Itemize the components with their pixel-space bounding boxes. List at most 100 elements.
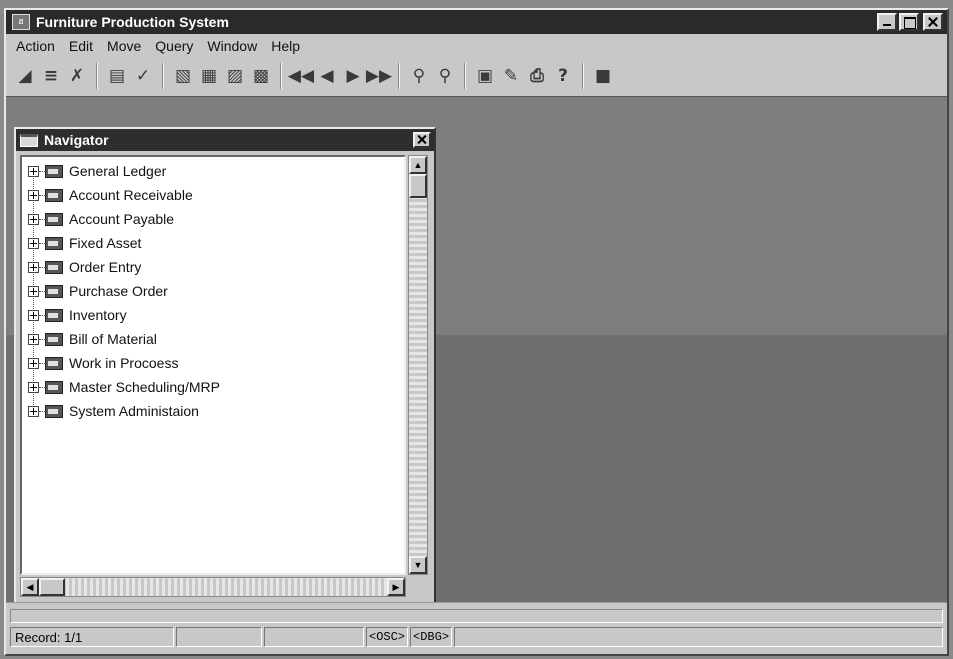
expand-icon[interactable]	[28, 213, 39, 225]
mdi-workspace: Navigator General Ledger Account Receivab…	[6, 96, 947, 605]
vertical-scrollbar[interactable]: ▲ ▼	[408, 155, 428, 575]
close-button[interactable]	[923, 13, 943, 31]
module-icon	[45, 380, 63, 394]
next-record-icon[interactable]: ▶	[340, 63, 366, 89]
module-icon	[45, 188, 63, 202]
status-bar: Record: 1/1 <OSC> <DBG>	[6, 602, 947, 654]
main-window: ฮ Furniture Production System Action Edi…	[4, 8, 949, 656]
tree-item-label: General Ledger	[69, 163, 167, 179]
print-icon[interactable]: ⎙	[524, 63, 550, 89]
menu-edit[interactable]: Edit	[67, 38, 95, 54]
status-panel-empty-3	[454, 627, 943, 647]
module-icon	[45, 260, 63, 274]
tree-item[interactable]: Account Payable	[22, 207, 404, 231]
expand-icon[interactable]	[28, 261, 39, 273]
previous-record-icon[interactable]: ◀	[314, 63, 340, 89]
lookup-icon[interactable]: ▩	[248, 63, 274, 89]
report-icon[interactable]: ▦	[196, 63, 222, 89]
menu-help[interactable]: Help	[269, 38, 302, 54]
expand-icon[interactable]	[28, 285, 39, 297]
tree-item[interactable]: Fixed Asset	[22, 231, 404, 255]
maximize-button[interactable]	[899, 13, 919, 31]
properties-icon[interactable]: ▣	[472, 63, 498, 89]
delete-icon[interactable]: ✗	[64, 63, 90, 89]
tree-item-label: Account Receivable	[69, 187, 193, 203]
menu-action[interactable]: Action	[14, 38, 57, 54]
horizontal-scrollbar[interactable]: ◀ ▶	[20, 577, 406, 597]
menu-bar: Action Edit Move Query Window Help	[6, 36, 947, 56]
tree-item-label: Order Entry	[69, 259, 142, 275]
scroll-thumb[interactable]	[409, 174, 427, 198]
tree-item[interactable]: System Administaion	[22, 399, 404, 423]
find-next-icon[interactable]: ⚲	[432, 63, 458, 89]
toolbar-separator	[464, 63, 466, 89]
module-icon	[45, 404, 63, 418]
message-line	[10, 609, 943, 623]
expand-icon[interactable]	[28, 237, 39, 249]
last-record-icon[interactable]: ▶▶	[366, 63, 392, 89]
find-icon[interactable]: ⚲	[406, 63, 432, 89]
tree-item[interactable]: Account Receivable	[22, 183, 404, 207]
print-preview-icon[interactable]: ✎	[498, 63, 524, 89]
module-icon	[45, 164, 63, 178]
tree-item-label: Work in Procoess	[69, 355, 179, 371]
tree-item[interactable]: Bill of Material	[22, 327, 404, 351]
tree-item[interactable]: General Ledger	[22, 159, 404, 183]
toolbar-separator	[398, 63, 400, 89]
tree-item[interactable]: Order Entry	[22, 255, 404, 279]
osc-indicator: <OSC>	[366, 627, 409, 647]
expand-icon[interactable]	[28, 309, 39, 321]
module-icon	[45, 332, 63, 346]
record-indicator: Record: 1/1	[10, 627, 174, 647]
check-icon[interactable]: ✓	[130, 63, 156, 89]
list-icon[interactable]: ▨	[222, 63, 248, 89]
scroll-right-button[interactable]: ▶	[387, 578, 405, 596]
save-icon[interactable]: ▤	[104, 63, 130, 89]
tree-item-label: Bill of Material	[69, 331, 157, 347]
module-icon	[45, 212, 63, 226]
horizontal-scroll-thumb[interactable]	[39, 578, 65, 596]
menu-move[interactable]: Move	[105, 38, 143, 54]
expand-icon[interactable]	[28, 381, 39, 393]
window-title: Furniture Production System	[36, 14, 229, 30]
status-panel-empty-2	[264, 627, 364, 647]
form-icon[interactable]: ▧	[170, 63, 196, 89]
menu-window[interactable]: Window	[205, 38, 259, 54]
exit-icon[interactable]: ■	[590, 63, 616, 89]
expand-icon[interactable]	[28, 357, 39, 369]
insert-icon[interactable]: ≡	[38, 63, 64, 89]
tree-item[interactable]: Purchase Order	[22, 279, 404, 303]
expand-icon[interactable]	[28, 333, 39, 345]
tree-item[interactable]: Inventory	[22, 303, 404, 327]
module-icon	[45, 308, 63, 322]
tree-item-label: Purchase Order	[69, 283, 168, 299]
navigator-title-bar[interactable]: Navigator	[16, 129, 434, 151]
window-icon	[20, 133, 38, 147]
navigator-tree: General Ledger Account Receivable Account …	[20, 155, 406, 575]
tree-item-label: Fixed Asset	[69, 235, 142, 251]
expand-icon[interactable]	[28, 405, 39, 417]
tree-item-label: Account Payable	[69, 211, 175, 227]
module-tree: General Ledger Account Receivable Account …	[22, 157, 404, 423]
scroll-down-button[interactable]: ▼	[409, 556, 427, 574]
expand-icon[interactable]	[28, 189, 39, 201]
expand-icon[interactable]	[28, 165, 39, 177]
tree-item-label: System Administaion	[69, 403, 199, 419]
new-record-icon[interactable]: ◢	[12, 63, 38, 89]
toolbar-separator	[96, 63, 98, 89]
toolbar-separator	[162, 63, 164, 89]
help-icon[interactable]: ?	[550, 63, 576, 89]
title-bar[interactable]: ฮ Furniture Production System	[6, 10, 947, 34]
navigator-close-button[interactable]	[413, 132, 431, 148]
tree-item[interactable]: Master Scheduling/MRP	[22, 375, 404, 399]
menu-query[interactable]: Query	[153, 38, 195, 54]
module-icon	[45, 236, 63, 250]
minimize-button[interactable]	[877, 13, 897, 31]
tree-item[interactable]: Work in Procoess	[22, 351, 404, 375]
first-record-icon[interactable]: ◀◀	[288, 63, 314, 89]
toolbar: ◢ ≡ ✗ ▤ ✓ ▧ ▦ ▨ ▩ ◀◀ ◀ ▶ ▶▶ ⚲ ⚲ ▣ ✎ ⎙ ? …	[6, 58, 947, 94]
app-icon: ฮ	[12, 14, 30, 30]
toolbar-separator	[280, 63, 282, 89]
scroll-up-button[interactable]: ▲	[409, 156, 427, 174]
scroll-left-button[interactable]: ◀	[21, 578, 39, 596]
